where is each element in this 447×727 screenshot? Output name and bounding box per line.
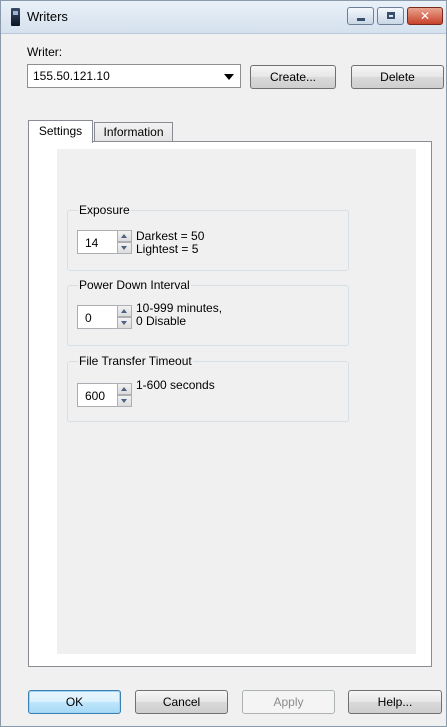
exposure-hint-lightest: Lightest = 5 [136,242,199,256]
exposure-group: Exposure 14 Darkest = 50 Lightest = 5 [67,203,349,271]
file-transfer-input[interactable]: 600 [77,383,117,407]
power-down-down-arrow-icon[interactable] [117,317,132,329]
create-button[interactable]: Create... [250,65,336,89]
power-down-group: Power Down Interval 0 10-999 minutes, 0 … [67,278,349,346]
minimize-icon [357,18,365,21]
app-icon [11,8,20,26]
power-down-group-title: Power Down Interval [78,278,191,292]
title-bar[interactable]: Writers ✕ [1,1,446,34]
apply-button[interactable]: Apply [242,690,335,714]
maximize-icon [387,12,395,19]
power-down-up-arrow-icon[interactable] [117,305,132,317]
writer-select[interactable]: 155.50.121.10 [27,64,241,88]
chevron-down-icon [224,74,234,80]
power-down-spinner [117,305,132,329]
exposure-group-title: Exposure [78,203,131,217]
file-transfer-up-arrow-icon[interactable] [117,383,132,395]
settings-content: Exposure 14 Darkest = 50 Lightest = 5 Po… [57,149,416,654]
exposure-up-arrow-icon[interactable] [117,230,132,242]
power-down-hint-disable: 0 Disable [136,314,187,328]
exposure-input[interactable]: 14 [77,230,117,254]
exposure-down-arrow-icon[interactable] [117,242,132,254]
file-transfer-group-title: File Transfer Timeout [78,354,193,368]
file-transfer-spinner [117,383,132,407]
exposure-value: 14 [85,236,99,250]
writer-label: Writer: [27,45,63,59]
writer-select-value: 155.50.121.10 [33,69,110,83]
close-button[interactable]: ✕ [407,7,443,25]
file-transfer-down-arrow-icon[interactable] [117,395,132,407]
power-down-value: 0 [85,311,92,325]
writers-dialog: Writers ✕ Writer: 155.50.121.10 Create..… [0,0,447,727]
window-title: Writers [27,9,68,24]
minimize-button[interactable] [347,7,374,25]
file-transfer-hint: 1-600 seconds [136,378,215,392]
maximize-button[interactable] [377,7,404,25]
power-down-input[interactable]: 0 [77,305,117,329]
file-transfer-value: 600 [85,389,106,403]
file-transfer-group: File Transfer Timeout 600 1-600 seconds [67,354,349,422]
delete-button[interactable]: Delete [351,65,444,89]
cancel-button[interactable]: Cancel [135,690,228,714]
help-button[interactable]: Help... [348,690,442,714]
settings-panel: Exposure 14 Darkest = 50 Lightest = 5 Po… [28,141,432,667]
tab-settings[interactable]: Settings [28,120,93,143]
close-icon: ✕ [419,9,431,23]
tab-information[interactable]: Information [94,122,173,141]
exposure-spinner [117,230,132,254]
ok-button[interactable]: OK [28,690,121,714]
